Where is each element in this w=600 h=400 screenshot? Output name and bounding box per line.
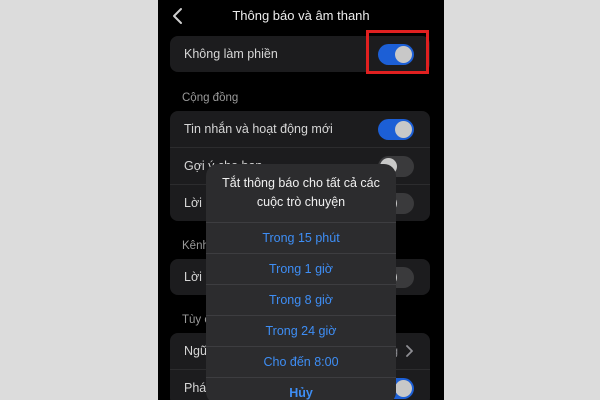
community-section-label: Cộng đồng — [182, 92, 239, 104]
highlight-box — [366, 30, 429, 74]
option-24-hours[interactable]: Trong 24 giờ — [206, 316, 396, 347]
new-messages-toggle[interactable] — [378, 119, 414, 140]
option-8-hours[interactable]: Trong 8 giờ — [206, 285, 396, 316]
mute-action-sheet: Tắt thông báo cho tất cả các cuộc trò ch… — [206, 164, 396, 400]
row-label: Tin nhắn và hoạt động mới — [184, 122, 333, 136]
chevron-right-icon — [406, 345, 413, 357]
toggle-knob — [395, 380, 412, 397]
cancel-button[interactable]: Hủy — [206, 378, 396, 400]
phone-screen: Thông báo và âm thanh Không làm phiền Cộ… — [158, 0, 444, 400]
channels-section-label: Kênh — [182, 240, 209, 252]
sheet-title: Tắt thông báo cho tất cả các cuộc trò ch… — [206, 164, 396, 223]
row-label: Ngữ — [184, 344, 209, 358]
page-title: Thông báo và âm thanh — [232, 8, 370, 23]
option-1-hour[interactable]: Trong 1 giờ — [206, 254, 396, 285]
option-until-8am[interactable]: Cho đến 8:00 — [206, 347, 396, 378]
nav-header: Thông báo và âm thanh — [158, 0, 444, 32]
option-15-minutes[interactable]: Trong 15 phút — [206, 223, 396, 254]
toggle-knob — [395, 121, 412, 138]
community-row-new-messages[interactable]: Tin nhắn và hoạt động mới — [170, 111, 430, 148]
dnd-label: Không làm phiền — [184, 47, 278, 61]
